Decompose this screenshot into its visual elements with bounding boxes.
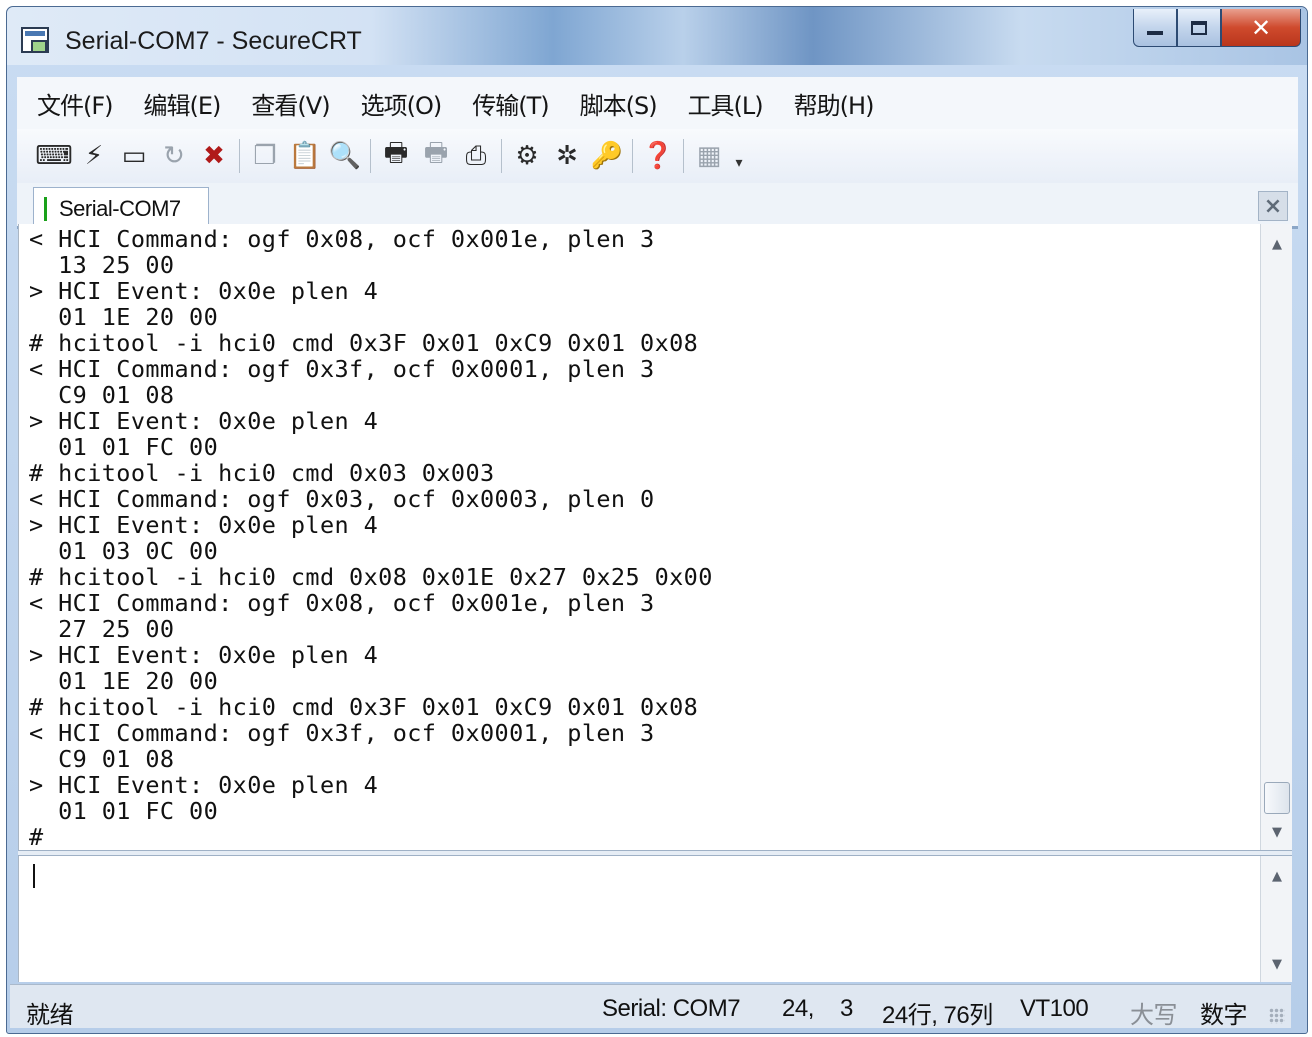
status-cursor-col: 3 — [840, 995, 853, 1022]
text-cursor — [33, 864, 35, 888]
scrollbar-thumb[interactable] — [1264, 782, 1290, 814]
terminal-line: < HCI Command: ogf 0x08, ocf 0x001e, ple… — [29, 589, 655, 617]
menu-bar: 文件(F) 编辑(E) 查看(V) 选项(O) 传输(T) 脚本(S) 工具(L… — [17, 77, 1298, 129]
toolbar-separator — [501, 139, 502, 173]
terminal-line: 13 25 00 — [29, 251, 175, 279]
terminal-line: < HCI Command: ogf 0x03, ocf 0x0003, ple… — [29, 485, 655, 513]
menu-tools[interactable]: 工具(L) — [688, 86, 764, 121]
terminal-line: # hcitool -i hci0 cmd 0x3F 0x01 0xC9 0x0… — [29, 693, 699, 721]
resize-grip-icon[interactable] — [1269, 1008, 1285, 1024]
session-tab-bar: Serial-COM7 × — [17, 183, 1298, 229]
terminal-line: # hcitool -i hci0 cmd 0x03 0x003 — [29, 459, 495, 487]
print-selection-icon[interactable]: 🖶 — [419, 138, 453, 173]
close-icon: × — [1263, 193, 1283, 219]
terminal-line: 01 01 FC 00 — [29, 433, 219, 461]
global-options-icon[interactable]: ✲ — [550, 139, 584, 173]
status-terminal-size: 24行, 76列 — [882, 1002, 993, 1029]
menu-transfer[interactable]: 传输(T) — [472, 86, 549, 121]
connect-icon[interactable]: ⌨ — [35, 139, 73, 173]
status-num-lock: 数字 — [1200, 1002, 1248, 1029]
terminal-line: < HCI Command: ogf 0x3f, ocf 0x0001, ple… — [29, 355, 655, 383]
status-bar: 就绪 Serial: COM7 24, 3 24行, 76列 VT100 大写 … — [10, 984, 1291, 1029]
terminal-line: 01 1E 20 00 — [29, 667, 219, 695]
terminal-line: 01 01 FC 00 — [29, 797, 219, 825]
terminal-line: > HCI Event: 0x0e plen 4 — [29, 511, 379, 539]
close-button[interactable]: ✕ — [1221, 9, 1301, 47]
terminal-line: # hcitool -i hci0 cmd 0x08 0x01E 0x27 0x… — [29, 563, 713, 591]
quick-connect-icon[interactable]: ⚡ — [77, 139, 111, 173]
toolbar-separator — [370, 139, 371, 173]
maximize-icon — [1191, 20, 1207, 35]
tab-serial-com7[interactable]: Serial-COM7 — [33, 187, 209, 229]
toolbar-separator — [239, 139, 240, 173]
tab-close-button[interactable]: × — [1258, 191, 1288, 221]
toolbar: ⌨ ⚡ ▭ ↻ ✖ ❐ 📋 🔍 🖶 🖶 ⎙ ⚙ ✲ 🔑 ❓ ▦ ▾ — [17, 129, 1298, 183]
close-icon: ✕ — [1250, 13, 1272, 42]
scroll-up-icon[interactable]: ▲ — [1261, 862, 1293, 890]
app-icon[interactable] — [21, 27, 49, 53]
scroll-up-icon[interactable]: ▲ — [1261, 230, 1293, 258]
tab-status-indicator — [44, 196, 47, 221]
terminal-line: 27 25 00 — [29, 615, 175, 643]
maximize-button[interactable] — [1177, 9, 1221, 47]
connect-tab-icon[interactable]: ▭ — [117, 139, 151, 173]
status-cursor-row: 24, — [782, 995, 814, 1022]
menu-script[interactable]: 脚本(S) — [580, 86, 658, 121]
status-emulation: VT100 — [1020, 995, 1089, 1022]
menu-view[interactable]: 查看(V) — [251, 86, 330, 121]
terminal-line: > HCI Event: 0x0e plen 4 — [29, 277, 379, 305]
print-setup-icon[interactable]: 🖶 — [379, 138, 413, 173]
terminal-scrollbar[interactable]: ▲ ▼ — [1260, 224, 1292, 850]
scroll-down-icon[interactable]: ▼ — [1261, 818, 1293, 846]
window-controls: ✕ — [1133, 9, 1301, 47]
help-icon[interactable]: ❓ — [641, 139, 675, 173]
session-options-icon[interactable]: ⚙ — [510, 139, 544, 173]
terminal-line: C9 01 08 — [29, 745, 175, 773]
window-title: Serial-COM7 - SecureCRT — [65, 27, 362, 55]
sftp-icon[interactable]: ▦ — [692, 139, 726, 173]
reconnect-icon[interactable]: ↻ — [157, 139, 191, 173]
status-connection: Serial: COM7 — [602, 995, 741, 1022]
terminal-line: 01 1E 20 00 — [29, 303, 219, 331]
scroll-down-icon[interactable]: ▼ — [1261, 950, 1293, 978]
print-icon[interactable]: ⎙ — [459, 139, 493, 173]
terminal-line: > HCI Event: 0x0e plen 4 — [29, 641, 379, 669]
menu-file[interactable]: 文件(F) — [37, 86, 114, 121]
terminal-line: < HCI Command: ogf 0x08, ocf 0x001e, ple… — [29, 225, 655, 253]
menu-options[interactable]: 选项(O) — [361, 86, 443, 121]
toolbar-overflow-icon[interactable]: ▾ — [732, 141, 746, 171]
terminal-output[interactable]: < HCI Command: ogf 0x08, ocf 0x001e, ple… — [18, 224, 1260, 850]
minimize-button[interactable] — [1133, 9, 1177, 47]
disconnect-icon[interactable]: ✖ — [197, 139, 231, 173]
terminal-line: # hcitool -i hci0 cmd 0x3F 0x01 0xC9 0x0… — [29, 329, 699, 357]
status-ready: 就绪 — [26, 1002, 74, 1029]
terminal-line: 01 03 0C 00 — [29, 537, 219, 565]
menu-help[interactable]: 帮助(H) — [794, 86, 875, 121]
terminal-line: > HCI Event: 0x0e plen 4 — [29, 407, 379, 435]
minimize-icon — [1147, 30, 1163, 35]
copy-icon[interactable]: ❐ — [248, 139, 282, 173]
paste-icon[interactable]: 📋 — [288, 139, 322, 173]
toolbar-separator — [632, 139, 633, 173]
find-icon[interactable]: 🔍 — [328, 139, 362, 173]
terminal-line: > HCI Event: 0x0e plen 4 — [29, 771, 379, 799]
terminal-line: C9 01 08 — [29, 381, 175, 409]
command-input-pane[interactable] — [18, 856, 1260, 982]
terminal-line: # — [29, 823, 44, 850]
keymap-icon[interactable]: 🔑 — [590, 139, 624, 173]
title-bar[interactable]: Serial-COM7 - SecureCRT ✕ — [7, 7, 1307, 65]
tab-label: Serial-COM7 — [59, 195, 181, 221]
input-scrollbar[interactable]: ▲ ▼ — [1260, 856, 1292, 982]
status-caps-lock: 大写 — [1130, 1002, 1178, 1029]
toolbar-separator — [683, 139, 684, 173]
menu-edit[interactable]: 编辑(E) — [144, 86, 222, 121]
terminal-line: < HCI Command: ogf 0x3f, ocf 0x0001, ple… — [29, 719, 655, 747]
